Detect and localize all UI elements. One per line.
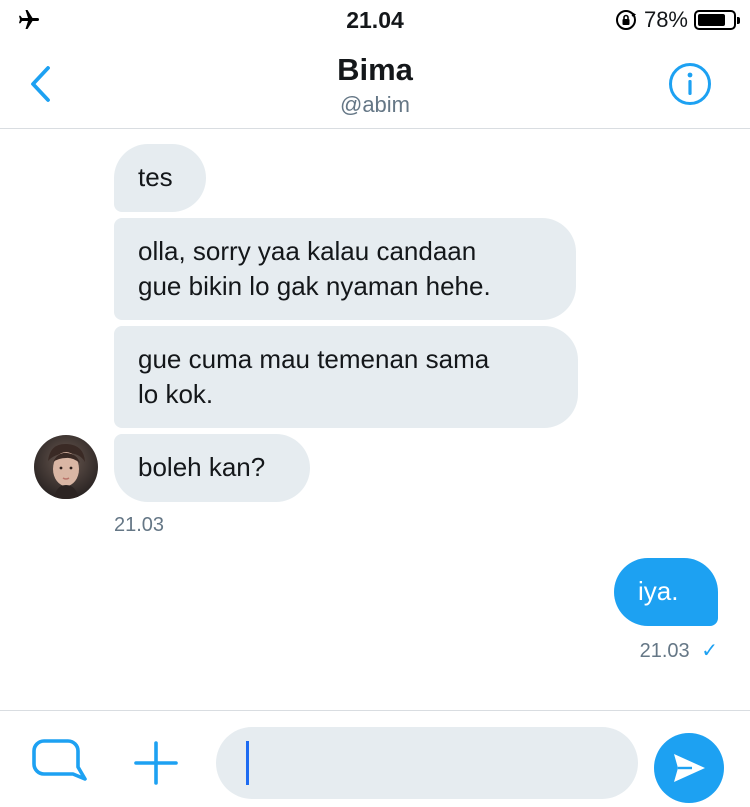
message-text-line: iya. (638, 576, 679, 606)
media-icon[interactable] (32, 737, 88, 793)
status-right: 78% (614, 7, 740, 33)
message-bubble-incoming[interactable]: boleh kan? (114, 434, 310, 502)
outgoing-timestamp: 21.03 (639, 640, 690, 662)
plus-icon[interactable] (132, 739, 180, 787)
message-bubble-incoming[interactable]: gue cuma mau temenan sama lo kok. (114, 326, 578, 428)
orientation-lock-icon (615, 10, 637, 30)
message-bubble-incoming[interactable]: tes (114, 144, 206, 212)
message-bubble-outgoing[interactable]: iya. (614, 558, 718, 626)
message-timestamp: 21.03 (114, 514, 165, 536)
message-text-line: lo kok. (138, 379, 214, 409)
message-timestamp: 21.03 ✓ (600, 638, 718, 663)
text-caret (246, 741, 249, 785)
conversation-header: Bima @abim (0, 40, 750, 129)
status-bar: 21.04 78% (0, 0, 750, 40)
message-text-line: boleh kan? (138, 452, 266, 482)
battery-icon (694, 10, 740, 30)
read-check-icon: ✓ (701, 640, 718, 662)
message-text-line: olla, sorry yaa kalau candaan (138, 236, 477, 266)
message-bubble-incoming[interactable]: olla, sorry yaa kalau candaan gue bikin … (114, 218, 576, 320)
info-icon[interactable] (668, 62, 712, 106)
battery-level (698, 14, 725, 26)
message-text-line: gue cuma mau temenan sama (138, 344, 490, 374)
battery-percent: 78% (643, 7, 688, 32)
avatar[interactable] (34, 435, 98, 499)
message-text-line: tes (138, 162, 173, 192)
contact-name[interactable]: Bima (0, 52, 750, 88)
contact-handle: @abim (339, 92, 411, 117)
message-input[interactable] (216, 727, 638, 799)
send-icon (674, 754, 705, 782)
send-button[interactable] (654, 733, 724, 803)
message-composer (0, 710, 750, 807)
message-text-line: gue bikin lo gak nyaman hehe. (138, 271, 491, 301)
